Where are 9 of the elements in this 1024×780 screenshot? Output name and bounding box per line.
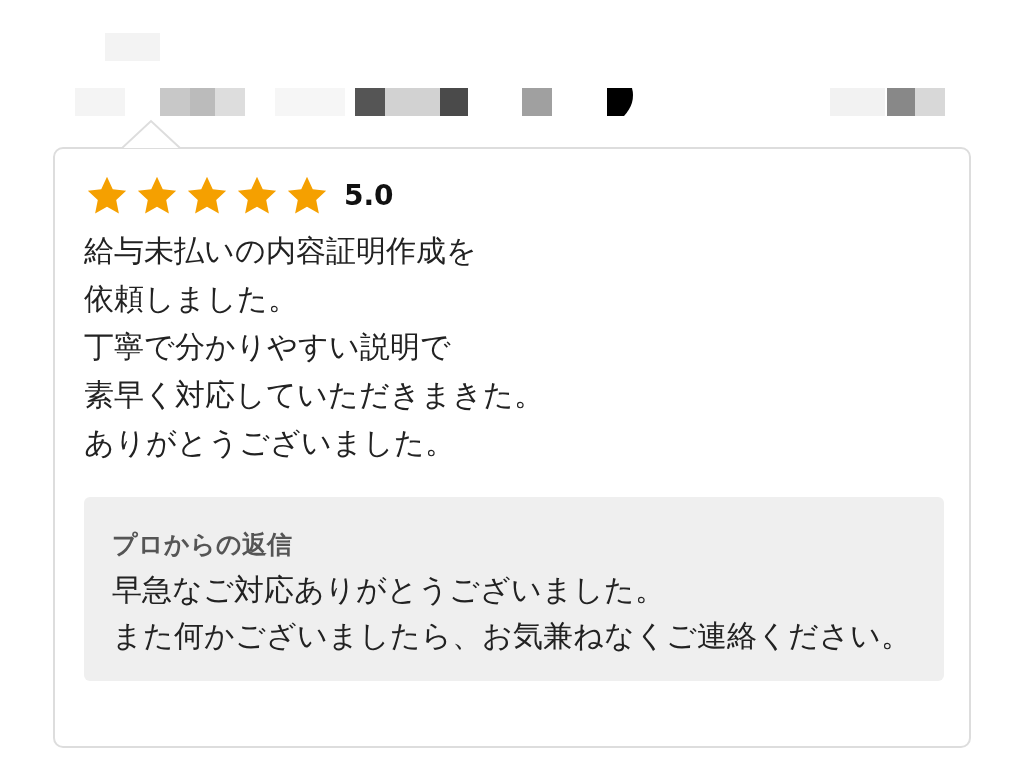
- review-text-line: 丁寧で分かりやすい説明で: [84, 329, 452, 366]
- review-text-line: 依頼しました。: [84, 281, 299, 318]
- review-text-line: ありがとうございました。: [84, 425, 456, 462]
- review-text-line: 給与未払いの内容証明作成を: [84, 233, 478, 270]
- reply-title: プロからの返信: [112, 529, 293, 561]
- review-text-line: 素早く対応していただきまきた。: [84, 377, 545, 414]
- rating-value: 5.0: [344, 178, 394, 214]
- reply-text-line: 早急なご対応ありがとうございました。: [112, 572, 666, 609]
- reply-text-line: また何かございましたら、お気兼ねなくご連絡ください。: [112, 618, 912, 655]
